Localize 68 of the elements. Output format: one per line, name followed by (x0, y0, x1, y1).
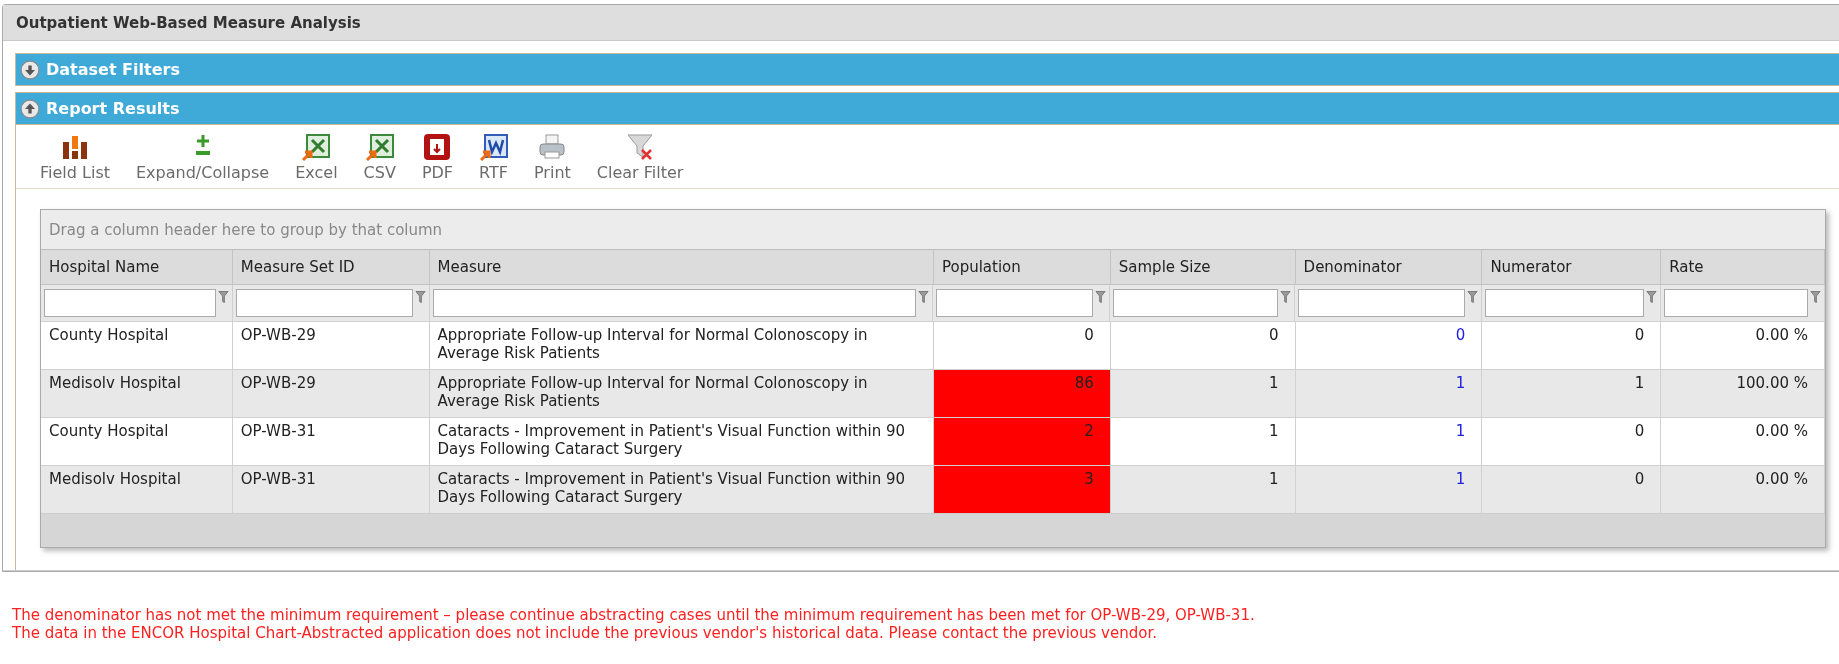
column-header[interactable]: Measure (429, 250, 934, 285)
filter-input[interactable] (433, 289, 916, 317)
clear-filter-icon (626, 133, 655, 161)
clearfilter-tool-button[interactable]: Clear Filter (584, 133, 696, 182)
filter-input[interactable] (936, 289, 1093, 317)
filter-icon[interactable] (1280, 290, 1291, 304)
fieldlist-tool-button[interactable]: Field List (28, 133, 122, 182)
filter-icon[interactable] (1810, 290, 1821, 304)
bar-chart-icon (61, 133, 89, 161)
filter-input[interactable] (1485, 289, 1644, 317)
printer-icon (538, 133, 567, 161)
denominator-link[interactable]: 1 (1455, 374, 1466, 392)
filter-icon[interactable] (1646, 290, 1657, 304)
column-header[interactable]: Denominator (1295, 250, 1483, 285)
filter-input[interactable] (236, 289, 413, 317)
table-cell: 86 (933, 369, 1111, 417)
filter-icon[interactable] (218, 290, 229, 304)
table-cell: OP-WB-29 (232, 321, 430, 369)
table-cell: OP-WB-29 (232, 369, 430, 417)
excel-tool-button[interactable]: Excel (283, 133, 350, 182)
table-cell: 0 (1110, 321, 1296, 369)
group-hint: Drag a column header here to group by that column (49, 220, 443, 239)
table-cell: 1 (1110, 417, 1296, 465)
warning-message: The data in the ENCOR Hospital Chart-Abstracted application does not include the previous vendor's historical data. Please contact the previous vendor. (12, 624, 1158, 642)
table-cell: County Hospital (41, 321, 233, 369)
table-cell: County Hospital (41, 417, 233, 465)
column-header[interactable]: Hospital Name (41, 250, 233, 285)
spreadsheet-icon (365, 133, 394, 161)
table-cell: 3 (933, 465, 1111, 513)
csv-tool-button[interactable]: CSV (351, 133, 408, 182)
table-cell: 0 (1482, 417, 1662, 465)
table-cell: 1 (1482, 369, 1662, 417)
column-header[interactable]: Population (933, 250, 1111, 285)
expand-tool-button[interactable]: Expand/Collapse (124, 133, 282, 182)
filter-input[interactable] (44, 289, 216, 317)
filter-icon[interactable] (918, 290, 929, 304)
pdf-tool-button[interactable]: PDF (409, 133, 466, 182)
table-cell: 0.00 % (1661, 321, 1825, 369)
window-title: Outpatient Web-Based Measure Analysis (16, 13, 361, 32)
warning-message: The denominator has not met the minimum requirement – please continue abstracting cases until the minimum requirement has been met for OP-WB-29, OP-WB-31. (12, 606, 1256, 624)
table-cell: 2 (933, 417, 1111, 465)
filter-icon[interactable] (1467, 290, 1478, 304)
print-tool-button[interactable]: Print (522, 133, 583, 182)
column-header[interactable]: Sample Size (1110, 250, 1296, 285)
table-cell: 0.00 % (1661, 417, 1825, 465)
table-cell: Cataracts - Improvement in Patient's Visual Function within 90 Days Following Cataract Surgery (429, 417, 934, 465)
column-header[interactable]: Rate (1661, 250, 1825, 285)
rtf-tool-button[interactable]: RTF (467, 133, 520, 182)
filter-input[interactable] (1113, 289, 1278, 317)
filter-icon[interactable] (415, 290, 426, 304)
denominator-link[interactable]: 1 (1455, 470, 1466, 488)
spreadsheet-icon (302, 133, 331, 161)
table-cell: 0 (1482, 321, 1662, 369)
table-cell: OP-WB-31 (232, 417, 430, 465)
denominator-link[interactable]: 1 (1455, 422, 1466, 440)
column-header[interactable]: Numerator (1482, 250, 1662, 285)
filter-input[interactable] (1298, 289, 1465, 317)
filter-input[interactable] (1664, 289, 1808, 317)
pdf-file-icon (423, 133, 452, 161)
table-cell: Appropriate Follow-up Interval for Normal Colonoscopy in Average Risk Patients (429, 321, 934, 369)
table-cell: 1 (1110, 369, 1296, 417)
table-cell: 100.00 % (1661, 369, 1825, 417)
filter-icon[interactable] (1095, 290, 1106, 304)
column-header[interactable]: Measure Set ID (232, 250, 430, 285)
document-icon (479, 133, 508, 161)
denominator-link[interactable]: 0 (1455, 326, 1466, 344)
table-cell: Medisolv Hospital (41, 369, 233, 417)
table-cell: Appropriate Follow-up Interval for Normal Colonoscopy in Average Risk Patients (429, 369, 934, 417)
